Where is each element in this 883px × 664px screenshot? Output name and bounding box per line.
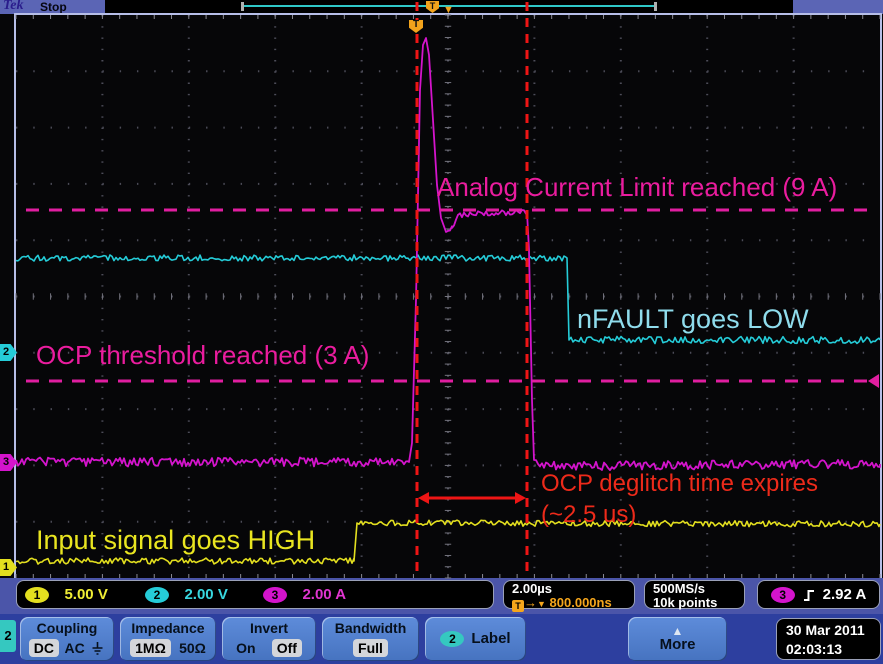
record-window-right-bracket-icon	[654, 2, 657, 11]
annotation-ocp-deglitch-time: OCP deglitch time expires (~2.5 us)	[541, 468, 821, 530]
label-button[interactable]: 2 Label	[425, 617, 526, 661]
ground-coupling-icon[interactable]	[90, 640, 105, 656]
impedance-title: Impedance	[131, 620, 205, 636]
impedance-button[interactable]: Impedance 1MΩ 50Ω	[120, 617, 216, 661]
impedance-1mohm-option[interactable]: 1MΩ	[130, 639, 171, 657]
expansion-point-arrow-icon: ▼	[443, 4, 454, 16]
annotation-input-signal-high: Input signal goes HIGH	[36, 525, 316, 555]
annotation-deglitch-line1: OCP deglitch time expires	[541, 470, 819, 497]
more-button-text: More	[659, 635, 696, 653]
datetime-display: 30 Mar 2011 02:03:13	[776, 618, 881, 660]
tek-logo: Tek	[3, 0, 24, 13]
acquisition-status: Stop	[40, 0, 67, 14]
arrow-right-icon: →	[524, 595, 537, 610]
coupling-title: Coupling	[36, 620, 98, 636]
coupling-dc-option[interactable]: DC	[28, 639, 59, 657]
trigger-source-badge: 3	[770, 586, 795, 603]
ch2-badge: 2	[145, 586, 169, 603]
trigger-delay-row: T →▼ 800.000ns	[504, 596, 634, 612]
ch1-scale: 5.00 V	[64, 585, 108, 603]
annotation-analog-current-limit: Analog Current Limit reached (9 A)	[437, 172, 838, 202]
invert-off-option[interactable]: Off	[271, 639, 302, 657]
oscilloscope-screen: Tek Stop T ▼ T Analog Current Limit reac…	[0, 0, 883, 664]
ch2-readout: 2 2.00 V	[145, 586, 228, 604]
top-status-bar: Tek Stop	[0, 0, 883, 14]
annotation-ocp-threshold: OCP threshold reached (3 A)	[36, 340, 370, 370]
label-channel-badge: 2	[440, 631, 465, 647]
trigger-level-value: 2.92 A	[822, 585, 867, 603]
coupling-ac-option[interactable]: AC	[64, 639, 84, 657]
more-up-arrow-icon: ▲	[671, 623, 684, 638]
ch3-badge: 3	[263, 586, 287, 603]
time-value: 02:03:13	[786, 641, 843, 657]
invert-on-option[interactable]: On	[236, 639, 255, 657]
trigger-delay-t-icon: T	[512, 600, 524, 612]
ch2-scale: 2.00 V	[184, 585, 228, 603]
readout-bar: 1 5.00 V 2 2.00 V 3 2.00 A 2.00µs T →▼ 80…	[0, 578, 883, 614]
record-length: 10k points	[653, 595, 718, 610]
softkey-menu-bar: 2 Coupling DC AC Impedance 1MΩ 50Ω Inver…	[0, 614, 883, 664]
impedance-50ohm-option[interactable]: 50Ω	[179, 639, 206, 657]
date-value: 30 Mar 2011	[786, 622, 865, 638]
arrow-down-icon: ▼	[537, 599, 546, 609]
bandwidth-button[interactable]: Bandwidth Full	[322, 617, 419, 661]
coupling-button[interactable]: Coupling DC AC	[20, 617, 114, 661]
rising-edge-icon	[803, 589, 814, 601]
label-button-text: Label	[471, 630, 511, 647]
ch3-scale: 2.00 A	[302, 585, 347, 603]
invert-button[interactable]: Invert On Off	[222, 617, 316, 661]
timebase-value: 2.00µs	[512, 581, 553, 596]
invert-title: Invert	[249, 620, 289, 636]
ch1-badge: 1	[25, 586, 49, 603]
channel2-menu-tab[interactable]: 2	[0, 620, 16, 652]
timebase-readout: 2.00µs T →▼ 800.000ns	[503, 580, 635, 612]
ch1-readout: 1 5.00 V	[25, 586, 108, 604]
bandwidth-full-option[interactable]: Full	[353, 639, 388, 657]
ch3-readout: 3 2.00 A	[263, 586, 346, 604]
annotation-deglitch-line2: (~2.5 us)	[541, 501, 637, 528]
bandwidth-title: Bandwidth	[334, 620, 407, 636]
sample-rate: 500MS/s	[653, 581, 706, 596]
acquisition-readout: 500MS/s 10k points	[644, 580, 745, 610]
channel-scale-readouts: 1 5.00 V 2 2.00 V 3 2.00 A	[16, 580, 494, 609]
annotation-nfault-goes-low: nFAULT goes LOW	[577, 304, 809, 334]
trigger-readout: 3 2.92 A	[757, 580, 880, 609]
more-button[interactable]: ▲ More	[628, 617, 727, 661]
record-window-left-bracket-icon	[241, 2, 244, 11]
trigger-delay-value: 800.000ns	[549, 595, 612, 610]
